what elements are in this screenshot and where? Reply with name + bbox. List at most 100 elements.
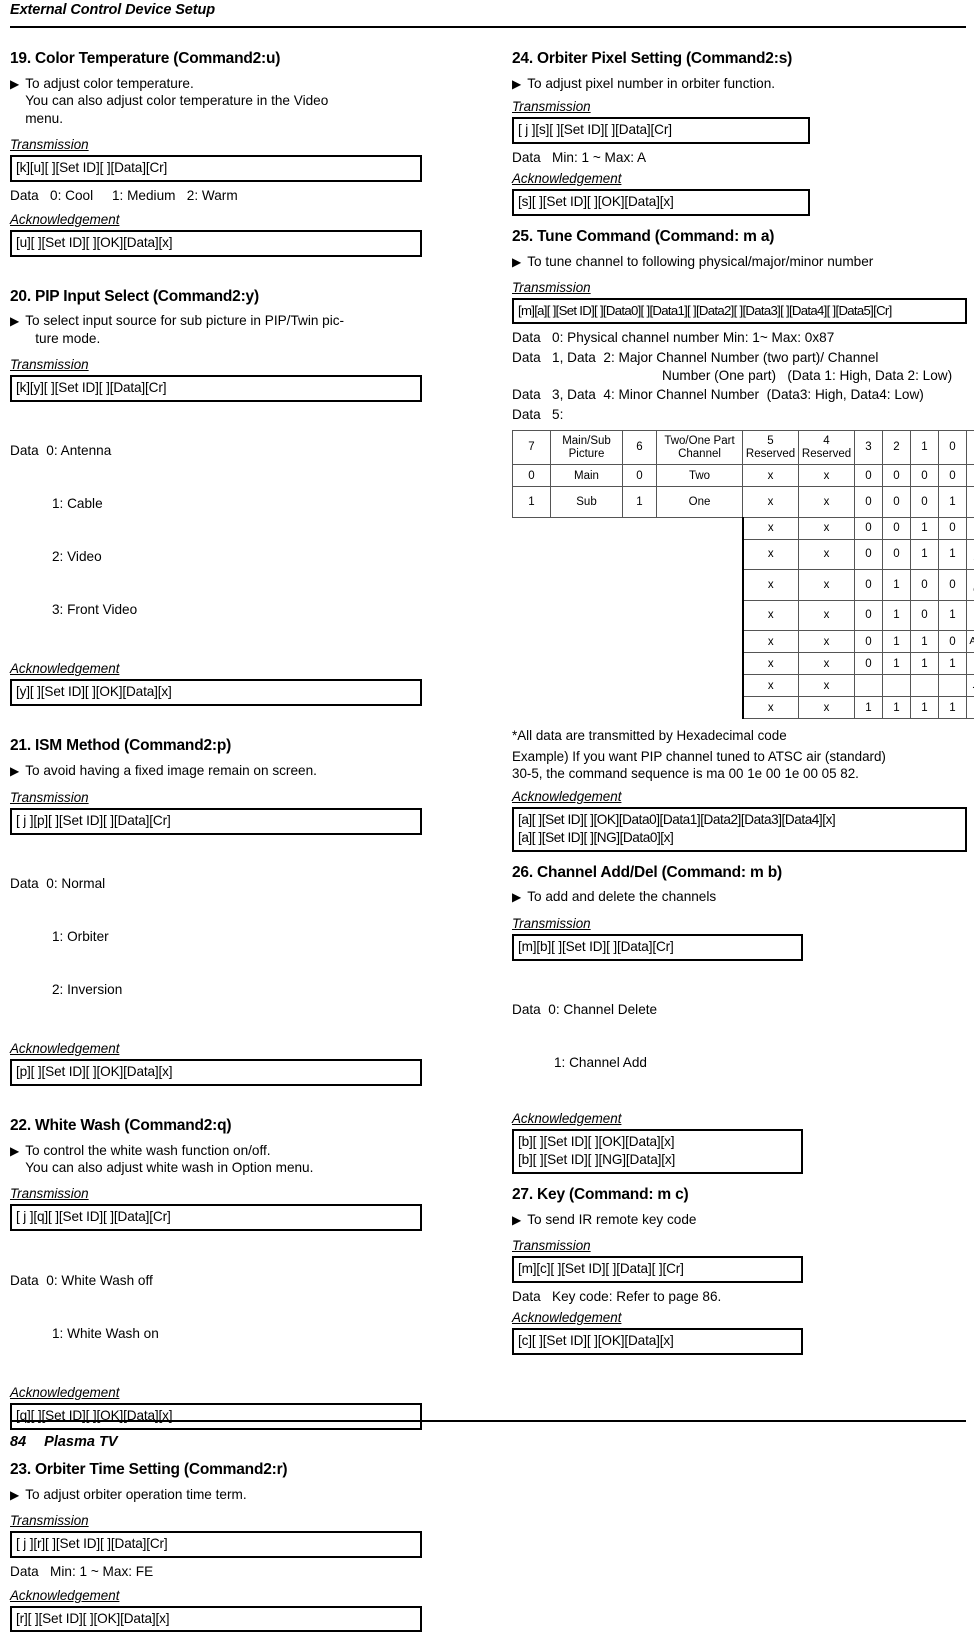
section-22-acknowledgement-label: Acknowledgement bbox=[10, 1385, 119, 1400]
cell-bit3: 0 bbox=[855, 631, 883, 653]
section-25-data12-line-2: Number (One part) (Data 1: High, Data 2:… bbox=[512, 367, 967, 385]
header-bit-5-num: 5 bbox=[767, 435, 773, 447]
section-20-data-list: Data 0: Antenna 1: Cable 2: Video 3: Fro… bbox=[10, 407, 422, 654]
triangle-bullet-icon: ▶ bbox=[10, 77, 19, 91]
running-head: External Control Device Setup bbox=[10, 2, 215, 18]
cell-step: ... bbox=[967, 675, 974, 697]
section-26-acknowledgement-label: Acknowledgement bbox=[512, 1111, 621, 1126]
cell-bit2: 1 bbox=[883, 600, 911, 631]
cell-bit5: x bbox=[743, 517, 799, 539]
cell-bit3: 0 bbox=[855, 487, 883, 518]
header-step: Step bbox=[967, 430, 974, 465]
section-24-transmission-command: [ j ][s][ ][Set ID][ ][Data][Cr] bbox=[512, 117, 810, 144]
section-20-transmission-label: Transmission bbox=[10, 357, 89, 372]
section-20-transmission-command: [k][y][ ][Set ID][ ][Data][Cr] bbox=[10, 375, 422, 402]
right-column: 24. Orbiter Pixel Setting (Command2:s) ▶… bbox=[512, 50, 967, 1360]
cell-step: ATSC Air bbox=[967, 517, 974, 539]
table-body: 0 Main 0 Two x x 0 0 0 0 NTSC Air 1 bbox=[513, 465, 974, 719]
cell-bit2: 0 bbox=[883, 539, 911, 570]
section-27-transmission-label: Transmission bbox=[512, 1238, 591, 1253]
section-19-desc-line-3: menu. bbox=[25, 110, 422, 127]
header-bit-5-label: Reserved bbox=[746, 448, 795, 460]
section-25-transmission-label: Transmission bbox=[512, 280, 591, 295]
cell-empty bbox=[657, 653, 743, 675]
section-22-transmission-command: [ j ][q][ ][Set ID][ ][Data][Cr] bbox=[10, 1204, 422, 1231]
cell-step: ATSC Cable_irc bbox=[967, 600, 974, 631]
section-24-acknowledgement-label: Acknowledgement bbox=[512, 171, 621, 186]
section-25-title: 25. Tune Command (Command: m a) bbox=[512, 228, 967, 246]
cell-bit1: 0 bbox=[911, 570, 939, 601]
section-26-transmission-label: Transmission bbox=[512, 916, 591, 931]
section-22: 22. White Wash (Command2:q) ▶ To control… bbox=[10, 1117, 422, 1430]
section-24-transmission-label: Transmission bbox=[512, 99, 591, 114]
cell-bit0: 1 bbox=[939, 539, 967, 570]
section-27-ack-command: [c][ ][Set ID][ ][OK][Data][x] bbox=[512, 1328, 803, 1355]
section-26-transmission-command: [m][b][ ][Set ID][ ][Data][Cr] bbox=[512, 934, 803, 961]
section-19: 19. Color Temperature (Command2:u) ▶ To … bbox=[10, 50, 422, 257]
section-26-ack-command-ok: [b][ ][Set ID][ ][OK][Data][x] bbox=[518, 1133, 797, 1151]
section-26-desc-line-1: To add and delete the channels bbox=[527, 888, 967, 905]
cell-bit5: x bbox=[743, 570, 799, 601]
section-22-desc-line-1: To control the white wash function on/of… bbox=[25, 1142, 422, 1159]
cell-bit1: 0 bbox=[911, 465, 939, 487]
header-rule bbox=[10, 26, 966, 28]
cell-bit1: 1 bbox=[911, 697, 939, 719]
cell-bit5: x bbox=[743, 631, 799, 653]
section-26-title: 26. Channel Add/Del (Command: m b) bbox=[512, 864, 967, 882]
header-bit-3: 3 bbox=[855, 430, 883, 465]
triangle-bullet-icon: ▶ bbox=[512, 1213, 521, 1227]
cell-bit4: x bbox=[799, 697, 855, 719]
section-27-transmission-command: [m][c][ ][Set ID][ ][Data][ ][Cr] bbox=[512, 1256, 803, 1283]
section-22-data-head: Data 0: White Wash off bbox=[10, 1272, 422, 1290]
table-row: x x 0 1 0 1 ATSC Cable_irc bbox=[513, 600, 974, 631]
cell-step: NTSC Cable bbox=[967, 487, 974, 518]
section-27-desc-line-1: To send IR remote key code bbox=[527, 1211, 967, 1228]
section-20-title: 20. PIP Input Select (Command2:y) bbox=[10, 288, 422, 306]
section-20-description: ▶ To select input source for sub picture… bbox=[10, 312, 422, 347]
cell-bit2: 0 bbox=[883, 465, 911, 487]
section-21-data-option-2: 2: Inversion bbox=[10, 981, 422, 999]
cell-bit2: 0 bbox=[883, 517, 911, 539]
cell-empty bbox=[513, 570, 657, 601]
section-26-ack-command-ng: [b][ ][Set ID][ ][NG][Data][x] bbox=[518, 1151, 797, 1169]
cell-mainsub: Main bbox=[551, 465, 623, 487]
section-23-desc-line-1: To adjust orbiter operation time term. bbox=[25, 1486, 422, 1503]
section-25-data5: Data 5: bbox=[512, 406, 967, 424]
section-26-data-head: Data 0: Channel Delete bbox=[512, 1001, 967, 1019]
triangle-bullet-icon: ▶ bbox=[10, 764, 19, 778]
section-26-description: ▶ To add and delete the channels bbox=[512, 888, 967, 905]
cell-bit2 bbox=[883, 675, 911, 697]
cell-step: ATSC cable bbox=[967, 631, 974, 653]
cell-bit2: 1 bbox=[883, 570, 911, 601]
header-bit-1: 1 bbox=[911, 430, 939, 465]
section-22-data-option-1: 1: White Wash on bbox=[10, 1325, 422, 1343]
table-row: x x 0 0 1 1 ATSC Cable_std bbox=[513, 539, 974, 570]
section-25-ack-command-ng: [a][ ][Set ID][ ][NG][Data0][x] bbox=[518, 829, 961, 847]
cell-bit0: 1 bbox=[939, 653, 967, 675]
section-21-desc-line-1: To avoid having a fixed image remain on … bbox=[25, 762, 422, 779]
cell-empty bbox=[513, 697, 657, 719]
cell-bit3: 0 bbox=[855, 517, 883, 539]
header-bit-4-num: 4 bbox=[823, 435, 829, 447]
cell-bit4: x bbox=[799, 653, 855, 675]
cell-empty bbox=[513, 675, 657, 697]
cell-bit0: 0 bbox=[939, 465, 967, 487]
section-20-data-option-1: 1: Cable bbox=[10, 495, 422, 513]
section-21-transmission-label: Transmission bbox=[10, 790, 89, 805]
cell-bit1 bbox=[911, 675, 939, 697]
table-row: x x 0 0 1 0 ATSC Air bbox=[513, 517, 974, 539]
cell-bit3 bbox=[855, 675, 883, 697]
section-23-transmission-label: Transmission bbox=[10, 1513, 89, 1528]
section-25-description: ▶ To tune channel to following physical/… bbox=[512, 253, 967, 270]
section-25-data0: Data 0: Physical channel number Min: 1~ … bbox=[512, 329, 967, 347]
header-bit-6: 6 bbox=[623, 430, 657, 465]
spacer bbox=[512, 1179, 967, 1186]
table-row: x x 0 1 1 1 Reserved bbox=[513, 653, 974, 675]
spacer bbox=[512, 857, 967, 864]
triangle-bullet-icon: ▶ bbox=[512, 890, 521, 904]
cell-bit4: x bbox=[799, 517, 855, 539]
section-23-acknowledgement-label: Acknowledgement bbox=[10, 1588, 119, 1603]
section-21-ack-command: [p][ ][Set ID][ ][OK][Data][x] bbox=[10, 1059, 422, 1086]
cell-bit0: 0 bbox=[939, 517, 967, 539]
cell-empty bbox=[513, 653, 657, 675]
